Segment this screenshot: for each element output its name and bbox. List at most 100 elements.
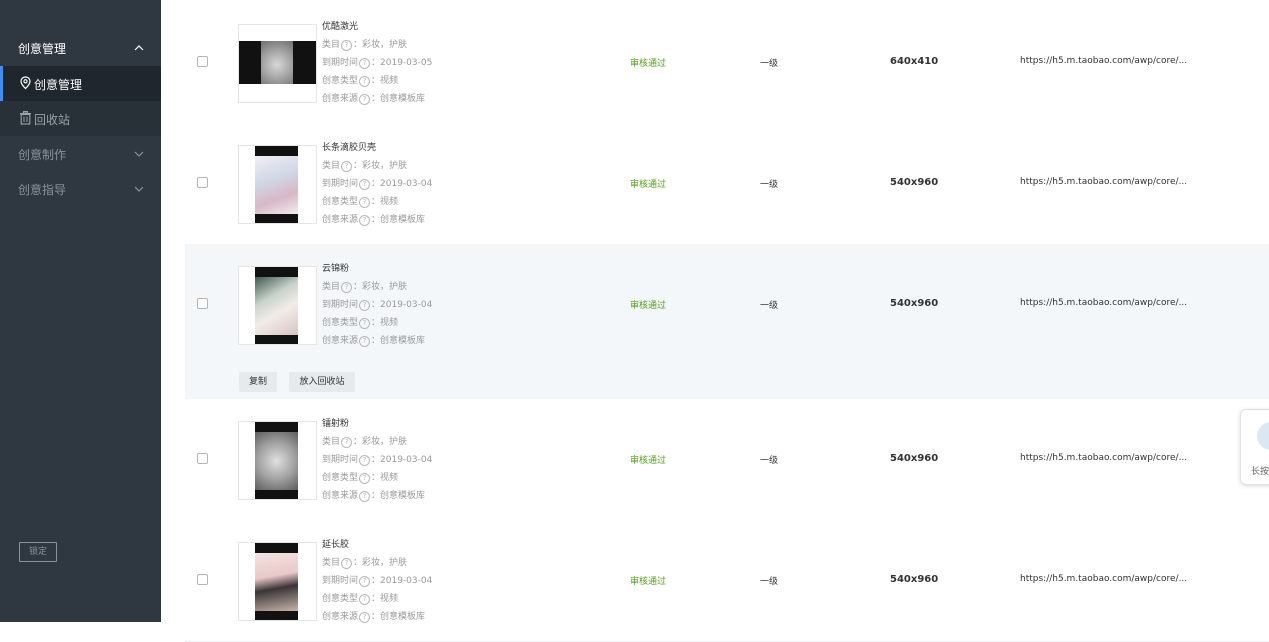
url-link[interactable]: https://h5.m.taobao.com/awp/core/...	[1020, 453, 1187, 463]
help-icon[interactable]: ?	[359, 473, 371, 484]
field-label: 到期时间	[322, 300, 359, 310]
field-label: 创意来源	[322, 491, 359, 501]
help-icon[interactable]: ?	[359, 336, 371, 347]
row-checkbox[interactable]	[197, 56, 208, 67]
category-line: 类目? ：彩妆，护肤	[322, 435, 432, 449]
url-link[interactable]: https://h5.m.taobao.com/awp/core/...	[1020, 56, 1187, 66]
creative-thumbnail[interactable]	[238, 421, 317, 500]
field-value: ：创意模板库	[371, 94, 426, 104]
size-cell: 540x960	[890, 574, 939, 585]
source-line: 创意来源? ：创意模板库	[322, 213, 432, 227]
field-value: ：彩妆，护肤	[353, 40, 408, 50]
type-line: 创意类型? ：视频	[322, 74, 432, 88]
field-value: ：2019-03-04	[371, 300, 433, 310]
location-pin-icon	[20, 76, 31, 90]
help-icon[interactable]: ?	[359, 318, 371, 329]
creative-list: 优酷激光 类目? ：彩妆，护肤 到期时间? ：2019-03-05 创意类型? ：视频…	[161, 0, 1269, 642]
help-icon[interactable]: ?	[359, 491, 371, 502]
sidebar-item-recycle-bin[interactable]: 回收站	[0, 101, 161, 136]
category-line: 类目? ：彩妆，护肤	[322, 280, 432, 294]
sidebar-item-creative-manage[interactable]: 创意管理	[0, 66, 161, 101]
field-label: 创意类型	[322, 473, 359, 483]
expire-line: 到期时间? ：2019-03-05	[322, 56, 432, 70]
help-icon[interactable]: ?	[341, 40, 353, 51]
help-icon[interactable]: ?	[359, 300, 371, 311]
row-checkbox[interactable]	[197, 453, 208, 464]
status-badge: 审核通过	[630, 59, 667, 69]
field-value: ：创意模板库	[371, 215, 426, 225]
table-row: 长条滴胶贝壳 类目? ：彩妆，护肤 到期时间? ：2019-03-04 创意类型?：…	[185, 123, 1269, 245]
sidebar-group-creative-guide[interactable]: 创意指导	[0, 171, 161, 207]
help-icon[interactable]: ?	[359, 58, 371, 69]
creative-title[interactable]: 优酷激光	[322, 20, 432, 34]
help-icon[interactable]: ?	[341, 282, 353, 293]
category-line: 类目? ：彩妆，护肤	[322, 556, 432, 570]
chevron-down-icon	[134, 151, 144, 157]
field-value: ：视频	[371, 594, 399, 604]
creative-info: 云锦粉 类目? ：彩妆，护肤 到期时间? ：2019-03-04 创意类型? ：视频 …	[322, 262, 432, 352]
field-label: 到期时间	[322, 455, 359, 465]
creative-info: 延长胶 类目? ：彩妆，护肤 到期时间? ：2019-03-04 创意类型? ：视频 …	[322, 538, 432, 628]
move-to-recycle-button[interactable]: 放入回收站	[289, 372, 355, 392]
field-label: 到期时间	[322, 576, 359, 586]
level-cell: 一级	[760, 180, 779, 190]
field-label: 到期时间	[322, 179, 359, 189]
sidebar-group-creative-manage[interactable]: 创意管理	[0, 30, 161, 66]
level-cell: 一级	[760, 59, 779, 69]
creative-thumbnail[interactable]	[238, 266, 317, 345]
row-checkbox[interactable]	[197, 574, 208, 585]
url-link[interactable]: https://h5.m.taobao.com/awp/core/...	[1020, 574, 1187, 584]
source-line: 创意来源? ：创意模板库	[322, 92, 432, 106]
help-icon[interactable]: ?	[359, 576, 371, 587]
sidebar-item-label: 回收站	[34, 113, 71, 127]
url-link[interactable]: https://h5.m.taobao.com/awp/core/...	[1020, 177, 1187, 187]
creative-info: 优酷激光 类目? ：彩妆，护肤 到期时间? ：2019-03-05 创意类型? ：视频…	[322, 20, 432, 110]
help-icon[interactable]: ?	[359, 76, 371, 87]
help-icon[interactable]: ?	[341, 558, 353, 569]
field-value: ：创意模板库	[371, 612, 426, 622]
creative-title[interactable]: 云锦粉	[322, 262, 432, 276]
field-label: 类目	[322, 282, 341, 292]
expire-line: 到期时间? ：2019-03-04	[322, 298, 432, 312]
creative-thumbnail[interactable]	[238, 24, 317, 103]
widget-icon	[1257, 422, 1269, 450]
level-cell: 一级	[760, 301, 779, 311]
help-icon[interactable]: ?	[359, 197, 371, 208]
field-value: ：彩妆，护肤	[353, 437, 408, 447]
level-cell: 一级	[760, 577, 779, 587]
field-value: ：创意模板库	[371, 491, 426, 501]
sidebar-group-label: 创意指导	[18, 183, 67, 197]
help-icon[interactable]: ?	[341, 161, 353, 172]
help-icon[interactable]: ?	[359, 94, 371, 105]
help-icon[interactable]: ?	[359, 594, 371, 605]
help-icon[interactable]: ?	[359, 455, 371, 466]
help-icon[interactable]: ?	[359, 612, 371, 623]
help-icon[interactable]: ?	[359, 179, 371, 190]
creative-title[interactable]: 镭射粉	[322, 417, 432, 431]
status-badge: 审核通过	[630, 456, 667, 466]
help-icon[interactable]: ?	[359, 215, 371, 226]
size-cell: 540x960	[890, 177, 939, 188]
field-label: 创意来源	[322, 94, 359, 104]
floating-qr-widget[interactable]: 长按	[1240, 409, 1269, 485]
copy-button[interactable]: 复制	[239, 372, 277, 392]
row-checkbox[interactable]	[197, 298, 208, 309]
creative-title[interactable]: 长条滴胶贝壳	[322, 141, 432, 155]
help-icon[interactable]: ?	[341, 437, 353, 448]
sidebar-group-creative-make[interactable]: 创意制作	[0, 136, 161, 172]
creative-title[interactable]: 延长胶	[322, 538, 432, 552]
field-value: ：彩妆，护肤	[353, 558, 408, 568]
url-link[interactable]: https://h5.m.taobao.com/awp/core/...	[1020, 298, 1187, 308]
type-line: 创意类型? ：视频	[322, 471, 432, 485]
field-label: 到期时间	[322, 58, 359, 68]
creative-thumbnail[interactable]	[238, 145, 317, 224]
table-row: 镭射粉 类目? ：彩妆，护肤 到期时间? ：2019-03-04 创意类型? ：视频 …	[185, 399, 1269, 521]
field-value: ：彩妆，护肤	[353, 282, 408, 292]
field-label: 创意类型	[322, 76, 359, 86]
creative-thumbnail[interactable]	[238, 542, 317, 621]
lock-button[interactable]: 锁定	[19, 542, 57, 562]
row-checkbox[interactable]	[197, 177, 208, 188]
category-line: 类目? ：彩妆，护肤	[322, 159, 432, 173]
field-value: ：视频	[371, 76, 399, 86]
status-badge: 审核通过	[630, 577, 667, 587]
